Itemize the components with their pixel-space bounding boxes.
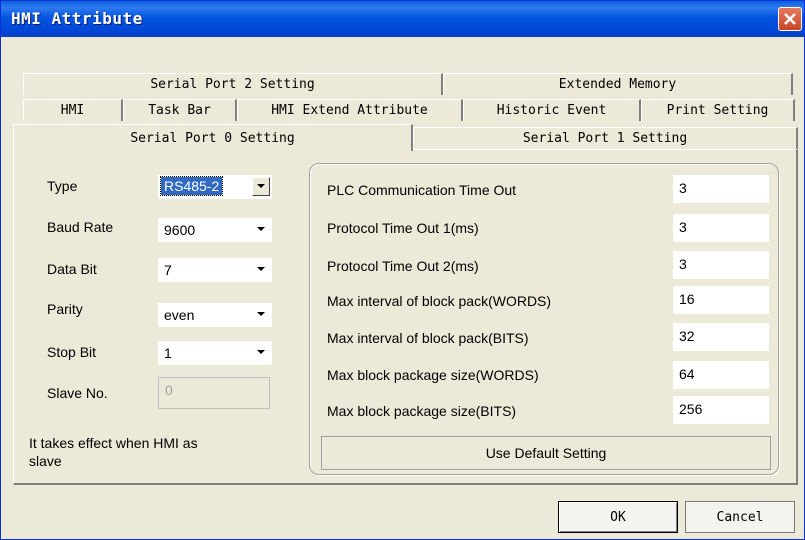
parity-select[interactable]: even: [158, 303, 272, 327]
tab-task-bar[interactable]: Task Bar: [123, 99, 237, 121]
slave-note-line2: slave: [29, 453, 62, 469]
tab-extended-memory[interactable]: Extended Memory: [443, 73, 793, 95]
chevron-down-icon[interactable]: [252, 220, 270, 239]
param-label: Max interval of block pack(BITS): [327, 330, 529, 346]
stop-bit-select[interactable]: 1: [158, 341, 272, 365]
param-label: Max block package size(BITS): [327, 403, 517, 419]
type-select[interactable]: RS485-2: [158, 175, 272, 199]
param-input[interactable]: 64: [673, 361, 769, 389]
parameters-group: [309, 163, 779, 475]
baud-rate-label: Baud Rate: [47, 219, 114, 235]
data-bit-label: Data Bit: [47, 261, 97, 277]
parity-label: Parity: [47, 301, 83, 317]
param-input[interactable]: 3: [673, 175, 769, 203]
type-value: RS485-2: [159, 176, 224, 196]
param-input[interactable]: 3: [673, 251, 769, 279]
tab-serial-port-0[interactable]: Serial Port 0 Setting: [13, 124, 413, 151]
tab-serial-port-1[interactable]: Serial Port 1 Setting: [413, 127, 798, 149]
tab-historic-event[interactable]: Historic Event: [463, 99, 641, 121]
cancel-button[interactable]: Cancel: [685, 501, 795, 533]
tab-serial-port-2[interactable]: Serial Port 2 Setting: [23, 73, 443, 95]
baud-rate-value: 9600: [164, 222, 196, 238]
param-input[interactable]: 256: [673, 396, 769, 424]
close-button[interactable]: [778, 7, 802, 31]
window-title: HMI Attribute: [11, 9, 143, 28]
param-input[interactable]: 3: [673, 214, 769, 242]
param-label: Max interval of block pack(WORDS): [327, 293, 552, 309]
baud-rate-select[interactable]: 9600: [158, 218, 272, 242]
chevron-down-icon[interactable]: [252, 305, 270, 324]
slave-no-label: Slave No.: [47, 385, 108, 401]
chevron-down-icon[interactable]: [252, 177, 270, 196]
tab-hmi-extend-attribute[interactable]: HMI Extend Attribute: [237, 99, 463, 121]
close-icon: [784, 13, 796, 25]
param-label: Protocol Time Out 2(ms): [327, 258, 479, 274]
data-bit-value: 7: [164, 262, 172, 278]
tab-hmi[interactable]: HMI: [23, 99, 123, 121]
type-label: Type: [47, 178, 78, 194]
use-default-setting-button[interactable]: Use Default Setting: [321, 436, 771, 470]
title-bar[interactable]: HMI Attribute: [1, 1, 804, 37]
param-label: PLC Communication Time Out: [327, 182, 517, 198]
param-input[interactable]: 16: [673, 286, 769, 314]
data-bit-select[interactable]: 7: [158, 258, 272, 282]
param-input[interactable]: 32: [673, 323, 769, 351]
param-label: Protocol Time Out 1(ms): [327, 220, 479, 236]
slave-no-field: 0: [158, 377, 270, 409]
hmi-attribute-dialog: HMI Attribute Serial Port 2 Setting Exte…: [0, 0, 805, 540]
tab-print-setting[interactable]: Print Setting: [641, 99, 795, 121]
slave-note-line1: It takes effect when HMI as: [29, 435, 198, 451]
parity-value: even: [164, 307, 195, 323]
stop-bit-label: Stop Bit: [47, 344, 97, 360]
chevron-down-icon[interactable]: [252, 260, 270, 279]
stop-bit-value: 1: [164, 345, 172, 361]
slave-no-value: 0: [165, 382, 173, 398]
chevron-down-icon[interactable]: [252, 343, 270, 362]
ok-button[interactable]: OK: [558, 501, 678, 533]
param-label: Max block package size(WORDS): [327, 367, 539, 383]
